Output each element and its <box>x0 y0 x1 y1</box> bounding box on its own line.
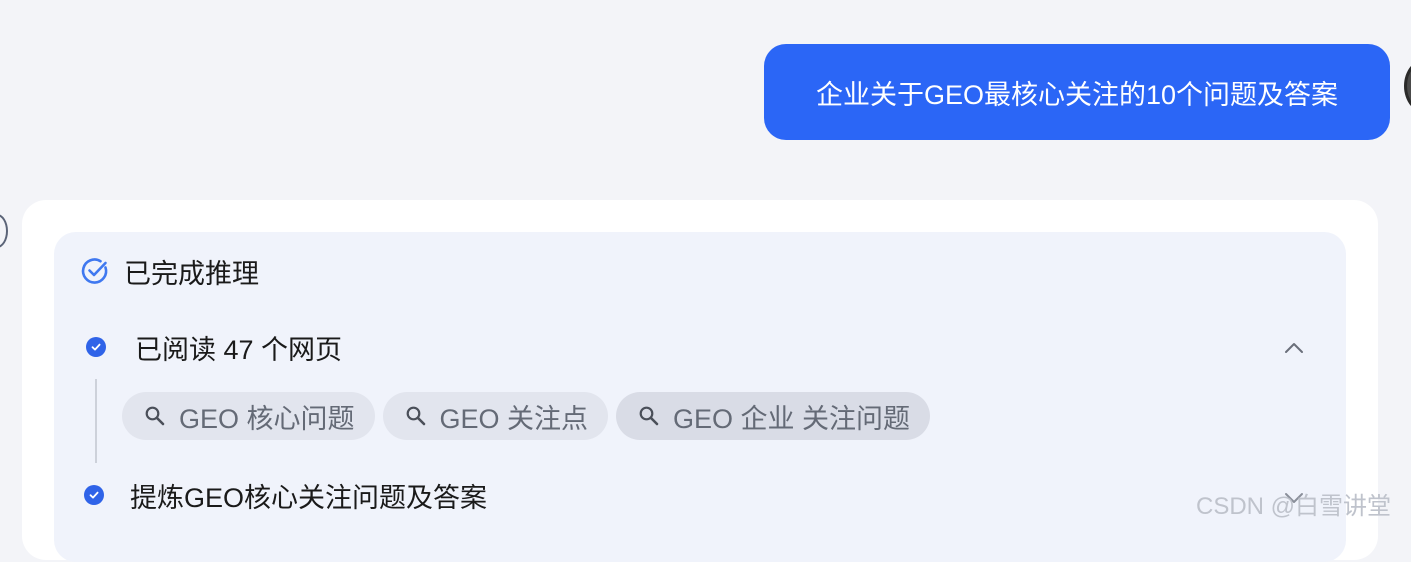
search-icon <box>144 405 166 427</box>
reasoning-step-read-pages[interactable]: 已阅读 47 个网页 <box>86 330 343 365</box>
reasoning-step-extract-answers[interactable]: 提炼GEO核心关注问题及答案 <box>84 478 488 513</box>
watermark: CSDN @白雪讲堂 <box>1196 493 1392 520</box>
search-icon <box>405 405 427 427</box>
check-circle-icon <box>80 256 110 286</box>
step-check-icon <box>86 337 106 357</box>
search-query-label: GEO 核心问题 <box>179 403 355 434</box>
reasoning-header[interactable]: 已完成推理 <box>80 254 259 289</box>
chevron-up-icon[interactable] <box>1282 336 1306 360</box>
search-query-label: GEO 企业 关注问题 <box>673 403 911 434</box>
step-label: 已阅读 47 个网页 <box>135 334 343 365</box>
search-query-chip[interactable]: GEO 企业 关注问题 <box>616 392 931 440</box>
user-message-bubble: 企业关于GEO最核心关注的10个问题及答案 <box>764 44 1390 140</box>
assistant-avatar-edge <box>0 214 8 248</box>
search-icon <box>638 405 660 427</box>
search-query-chip[interactable]: GEO 核心问题 <box>122 392 375 440</box>
search-query-label: GEO 关注点 <box>439 403 589 434</box>
timeline-line <box>95 379 97 463</box>
search-query-chip[interactable]: GEO 关注点 <box>382 392 609 440</box>
step-check-icon <box>84 485 104 505</box>
reasoning-title: 已完成推理 <box>124 258 259 289</box>
avatar[interactable] <box>1404 58 1411 114</box>
search-query-list: GEO 核心问题 GEO 关注点 GEO 企业 关注问题 <box>122 392 931 440</box>
step-label: 提炼GEO核心关注问题及答案 <box>130 482 488 513</box>
